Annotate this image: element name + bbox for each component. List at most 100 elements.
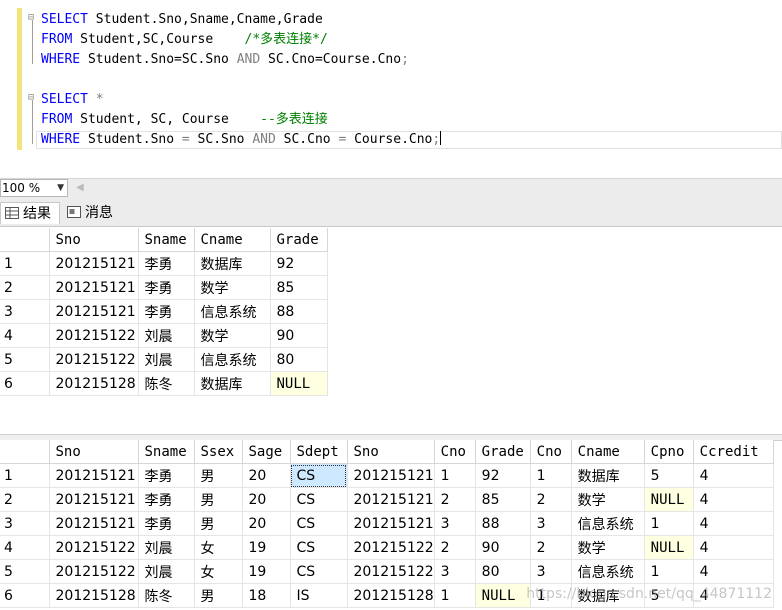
grid-cell[interactable]: 201215122 <box>49 559 139 584</box>
column-header[interactable]: Cno <box>530 440 572 464</box>
grid-corner[interactable] <box>0 440 50 464</box>
row-number[interactable]: 1 <box>0 463 50 488</box>
row-number[interactable]: 1 <box>0 251 50 276</box>
row-number[interactable]: 6 <box>0 583 50 608</box>
grid-cell[interactable]: 陈冬 <box>138 583 195 608</box>
column-header[interactable]: Ssex <box>194 440 243 464</box>
column-header[interactable]: Sname <box>138 440 195 464</box>
table-row[interactable]: 6 201215128 陈冬 数据库 NULL <box>0 371 328 396</box>
row-number[interactable]: 6 <box>0 371 50 396</box>
grid-cell[interactable]: 李勇 <box>138 275 195 300</box>
column-header[interactable]: Sno <box>49 440 139 464</box>
grid-cell[interactable]: 201215121 <box>49 487 139 512</box>
row-number[interactable]: 5 <box>0 347 50 372</box>
row-number[interactable]: 2 <box>0 487 50 512</box>
grid-cell[interactable]: CS <box>290 559 348 584</box>
grid-cell[interactable]: 李勇 <box>138 511 195 536</box>
grid-cell[interactable]: 男 <box>194 583 243 608</box>
table-row[interactable]: 5 201215122 刘晨女 19 CS 201215122 3 80 3 信息系统 1 4 <box>0 559 774 584</box>
grid-cell[interactable]: 85 <box>475 487 531 512</box>
collapse-icon[interactable]: ⊟ <box>28 92 34 103</box>
column-header[interactable]: Grade <box>475 440 531 464</box>
grid-cell[interactable]: 4 <box>693 487 774 512</box>
grid-cell[interactable]: 201215128 <box>49 371 139 396</box>
grid-cell[interactable]: 19 <box>242 535 291 560</box>
grid-cell[interactable]: 19 <box>242 559 291 584</box>
grid-cell[interactable]: 201215128 <box>347 583 435 608</box>
row-number[interactable]: 5 <box>0 559 50 584</box>
grid-cell[interactable]: 3 <box>434 559 476 584</box>
grid-cell[interactable]: 1 <box>644 511 694 536</box>
table-row[interactable]: 1 201215121 李勇男 20 CS 201215121 1 92 1 数据库 5 4 <box>0 463 774 488</box>
grid-cell[interactable]: 数学 <box>194 323 271 348</box>
grid-cell[interactable]: 92 <box>270 251 328 276</box>
table-row[interactable]: 1 201215121 李勇 数据库 92 <box>0 251 328 276</box>
grid-cell[interactable]: 88 <box>475 511 531 536</box>
column-header[interactable]: Cno <box>434 440 476 464</box>
grid-cell[interactable]: 201215121 <box>49 251 139 276</box>
grid-cell[interactable]: 201215121 <box>347 463 435 488</box>
column-header[interactable]: Cname <box>194 228 271 252</box>
column-header[interactable]: Ccredit <box>693 440 774 464</box>
grid-cell[interactable]: 数学 <box>571 535 645 560</box>
grid-cell[interactable]: 201215121 <box>49 511 139 536</box>
grid-cell[interactable]: 李勇 <box>138 487 195 512</box>
grid-cell[interactable]: 李勇 <box>138 251 195 276</box>
grid-cell[interactable]: 刘晨 <box>138 323 195 348</box>
tab-messages[interactable]: 消息 <box>63 202 127 224</box>
grid-cell[interactable]: 男 <box>194 511 243 536</box>
grid-cell[interactable]: 刘晨 <box>138 347 195 372</box>
grid-cell[interactable]: CS <box>290 487 348 512</box>
grid-cell[interactable]: 刘晨 <box>138 535 195 560</box>
grid-cell[interactable]: 20 <box>242 487 291 512</box>
grid-cell[interactable]: 201215122 <box>49 347 139 372</box>
table-row[interactable]: 2 201215121 李勇 数学 85 <box>0 275 328 300</box>
column-header[interactable]: Sno <box>347 440 435 464</box>
grid-cell[interactable]: 80 <box>270 347 328 372</box>
grid-cell[interactable]: NULL <box>644 487 694 512</box>
row-number[interactable]: 4 <box>0 323 50 348</box>
grid-cell[interactable]: 88 <box>270 299 328 324</box>
grid-cell[interactable]: 陈冬 <box>138 371 195 396</box>
grid-cell[interactable]: 80 <box>475 559 531 584</box>
grid-cell[interactable]: 4 <box>693 463 774 488</box>
table-row[interactable]: 2 201215121 李勇男 20 CS 201215121 2 85 2 数学 NULL 4 <box>0 487 774 512</box>
scroll-left-icon[interactable]: ◀ <box>76 182 84 193</box>
zoom-select[interactable]: 100 % ▼ <box>0 179 68 197</box>
grid-cell[interactable]: 2 <box>530 487 572 512</box>
grid-cell[interactable]: 4 <box>693 511 774 536</box>
grid-cell[interactable]: 20 <box>242 511 291 536</box>
table-row[interactable]: 4 201215122 刘晨女 19 CS 201215122 2 90 2 数学 NULL 4 <box>0 535 774 560</box>
grid-cell[interactable]: 2 <box>530 535 572 560</box>
grid-cell[interactable]: NULL <box>270 371 328 396</box>
grid-cell[interactable]: CS <box>290 463 348 488</box>
grid-cell[interactable]: 3 <box>530 511 572 536</box>
row-number[interactable]: 2 <box>0 275 50 300</box>
grid-cell[interactable]: 201215121 <box>49 299 139 324</box>
grid-cell[interactable]: 5 <box>644 463 694 488</box>
table-row[interactable]: 3 201215121 李勇男 20 CS 201215121 3 88 3 信息系统 1 4 <box>0 511 774 536</box>
row-number[interactable]: 3 <box>0 299 50 324</box>
chevron-down-icon[interactable]: ▼ <box>57 180 64 196</box>
sql-editor[interactable]: ⊟ ⊟ SELECT Student.Sno,Sname,Cname,Grade… <box>0 0 782 178</box>
grid-cell[interactable]: 90 <box>270 323 328 348</box>
grid-cell[interactable]: 李勇 <box>138 463 195 488</box>
column-header[interactable]: Cpno <box>644 440 694 464</box>
grid-cell[interactable]: 85 <box>270 275 328 300</box>
grid-cell[interactable]: 2 <box>434 535 476 560</box>
grid-cell[interactable]: 18 <box>242 583 291 608</box>
column-header[interactable]: Sage <box>242 440 291 464</box>
grid-cell[interactable]: 信息系统 <box>194 299 271 324</box>
grid-cell[interactable]: 201215122 <box>347 559 435 584</box>
grid-cell[interactable]: 201215122 <box>49 323 139 348</box>
table-row[interactable]: 3 201215121 李勇 信息系统 88 <box>0 299 328 324</box>
grid-cell[interactable]: 3 <box>530 559 572 584</box>
grid-cell[interactable]: NULL <box>644 535 694 560</box>
grid-cell[interactable]: 信息系统 <box>571 559 645 584</box>
grid-cell[interactable]: 201215122 <box>49 535 139 560</box>
grid-cell[interactable]: 201215122 <box>347 535 435 560</box>
grid-cell[interactable]: 李勇 <box>138 299 195 324</box>
grid-cell[interactable]: 90 <box>475 535 531 560</box>
grid-cell[interactable]: 刘晨 <box>138 559 195 584</box>
row-number[interactable]: 4 <box>0 535 50 560</box>
